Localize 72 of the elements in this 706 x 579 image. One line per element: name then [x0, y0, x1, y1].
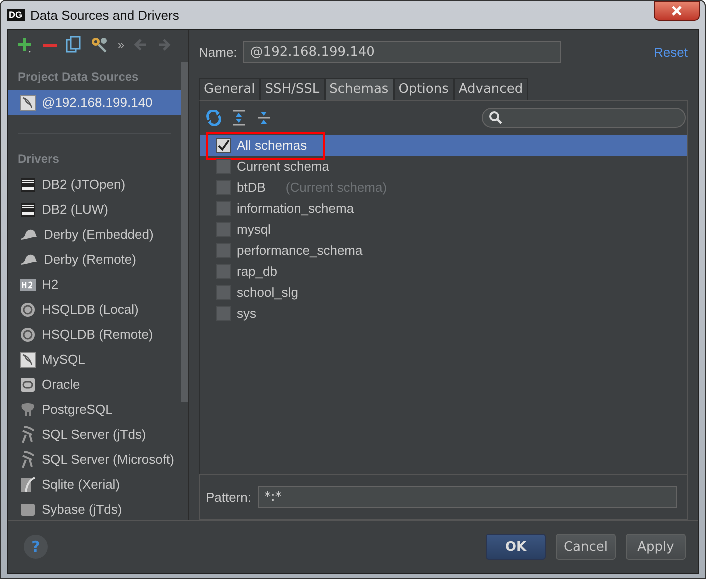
schema-label: performance_schema [237, 243, 363, 258]
pattern-field[interactable]: *:* [258, 486, 677, 508]
driver-item[interactable]: Derby (Remote) [8, 247, 181, 272]
db2-icon [20, 202, 36, 218]
driver-item[interactable]: PostgreSQL [8, 397, 181, 422]
close-icon [671, 5, 683, 17]
dialog-button[interactable]: Apply [626, 534, 686, 560]
copy-icon[interactable] [66, 36, 82, 54]
schema-label: rap_db [237, 264, 278, 279]
checkbox[interactable] [216, 138, 231, 153]
section-header: Drivers [17, 151, 60, 168]
h2-icon [20, 278, 36, 290]
add-icon[interactable] [16, 36, 34, 54]
schema-label: sys [237, 306, 256, 321]
oracle-icon [20, 376, 36, 392]
name-field[interactable]: @192.168.199.140 [243, 41, 562, 63]
search-icon [489, 111, 503, 125]
schema-label: btDB [237, 180, 266, 195]
driver-item[interactable]: Sqlite (Xerial) [8, 472, 181, 497]
dialog-button[interactable]: OK [486, 534, 546, 560]
driver-item[interactable]: HSQLDB (Remote) [8, 322, 181, 347]
schema-label: mysql [237, 222, 271, 237]
hsqldb-icon [20, 326, 36, 342]
scrollbar[interactable] [181, 62, 188, 402]
section-header: Project Data Sources [17, 69, 140, 86]
checkbox[interactable] [216, 306, 231, 321]
schema-label: information_schema [237, 201, 354, 216]
name-label: Name: [199, 44, 238, 60]
schema-label: All schemas [237, 138, 308, 153]
hat-icon [20, 252, 38, 266]
driver-item[interactable]: MySQL [8, 347, 181, 372]
collapse-all-icon[interactable] [256, 110, 272, 126]
feather-icon [20, 476, 36, 492]
tab[interactable]: General [199, 78, 260, 100]
reset-link[interactable]: Reset [654, 44, 688, 60]
pattern-label: Pattern: [206, 490, 252, 504]
tab[interactable]: Options [394, 78, 454, 100]
expand-all-icon[interactable] [231, 110, 247, 126]
window-title: Data Sources and Drivers [30, 8, 180, 22]
checkbox[interactable] [216, 201, 231, 216]
search-field[interactable] [482, 108, 686, 128]
hat-icon [20, 228, 38, 242]
checkbox[interactable] [216, 180, 231, 195]
close-button[interactable] [654, 1, 700, 21]
dialog-button[interactable]: Cancel [556, 534, 616, 560]
forward-icon[interactable] [156, 38, 171, 52]
checkbox[interactable] [216, 159, 231, 174]
checkbox[interactable] [216, 222, 231, 237]
driver-item[interactable]: Sybase (jTds) [8, 497, 181, 520]
hsqldb-icon [20, 302, 36, 318]
driver-item[interactable]: Oracle [8, 372, 181, 397]
driver-item[interactable]: SQL Server (Microsoft) [8, 447, 181, 472]
driver-item[interactable]: DB2 (JTOpen) [8, 172, 181, 197]
driver-item[interactable]: Derby (Embedded) [8, 222, 181, 247]
data-source-item[interactable]: @192.168.199.140 [8, 90, 181, 115]
tab[interactable]: Advanced [454, 78, 528, 100]
tab[interactable]: SSH/SSL [260, 78, 325, 100]
driver-item[interactable]: HSQLDB (Local) [8, 297, 181, 322]
driver-item[interactable]: SQL Server (jTds) [8, 422, 181, 447]
checkbox[interactable] [216, 264, 231, 279]
back-icon[interactable] [134, 38, 148, 52]
checkbox[interactable] [216, 285, 231, 300]
refresh-icon[interactable] [206, 110, 222, 126]
more-tools[interactable]: » [118, 38, 125, 52]
schema-label: Current schema [237, 159, 330, 174]
schema-label: school_slg [237, 285, 298, 300]
tab[interactable]: Schemas [324, 78, 394, 100]
driver-item[interactable]: H2 [8, 272, 181, 297]
db2-icon [20, 176, 36, 192]
checkbox[interactable] [216, 243, 231, 258]
app-logo: DG [7, 9, 24, 21]
driver-item[interactable]: DB2 (LUW) [8, 197, 181, 222]
